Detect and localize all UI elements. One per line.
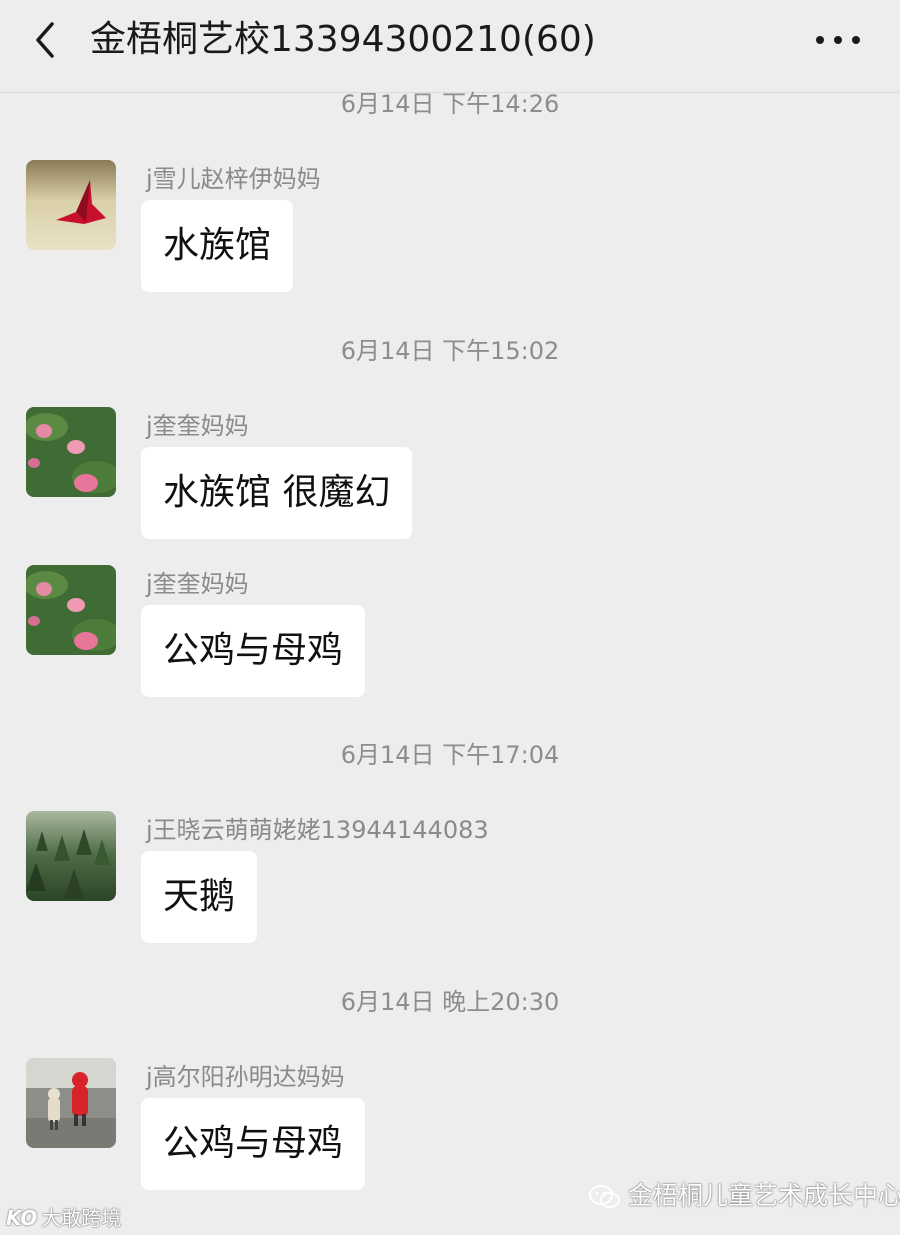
lotus-avatar-image [26,565,116,655]
message-row: j雪儿赵梓伊妈妈 水族馆 [0,160,900,310]
avatar[interactable] [26,407,116,497]
watermark-right-text: 金梧桐儿童艺术成长中心 [628,1181,900,1210]
avatar[interactable] [26,160,116,250]
lotus-avatar-image [26,407,116,497]
message-bubble[interactable]: 公鸡与母鸡 [141,605,366,697]
sender-name: j王晓云萌萌姥姥13944144083 [146,816,489,844]
timestamp: 6月14日 下午17:04 [340,741,560,769]
more-dots-icon[interactable] [808,22,868,58]
message-row: j王晓云萌萌姥姥13944144083 天鹅 [0,811,900,961]
message-bubble[interactable]: 天鹅 [141,851,258,943]
avatar[interactable] [26,811,116,901]
message-row: j奎奎妈妈 水族馆 很魔幻 [0,407,900,557]
avatar[interactable] [26,1058,116,1148]
timestamp: 6月14日 下午14:26 [340,90,560,118]
message-bubble[interactable]: 水族馆 [141,200,294,292]
watermark-right: 金梧桐儿童艺术成长中心 [588,1176,900,1216]
message-bubble[interactable]: 水族馆 很魔幻 [141,447,413,539]
chat-header: 金梧桐艺校13394300210(60) [0,0,900,93]
watermark-left-text: 大敢跨境 [41,1206,122,1230]
wechat-icon [589,1185,620,1208]
sender-name: j奎奎妈妈 [146,412,249,440]
forest-avatar-image [26,811,116,901]
message-row: j奎奎妈妈 公鸡与母鸡 [0,565,900,715]
chevron-left-icon[interactable] [26,18,66,62]
chat-title: 金梧桐艺校13394300210(60) [90,19,596,60]
timestamp: 6月14日 晚上20:30 [340,988,560,1016]
avatar[interactable] [26,565,116,655]
children-avatar-image [26,1058,116,1148]
paper-crane-avatar-image [26,160,116,250]
sender-name: j奎奎妈妈 [146,570,249,598]
watermark-logo: KO [6,1206,38,1230]
message-bubble[interactable]: 公鸡与母鸡 [141,1098,366,1190]
sender-name: j雪儿赵梓伊妈妈 [146,165,321,193]
watermark-left: KO 大敢跨境 [6,1203,121,1233]
timestamp: 6月14日 下午15:02 [340,337,560,365]
sender-name: j高尔阳孙明达妈妈 [146,1063,345,1091]
